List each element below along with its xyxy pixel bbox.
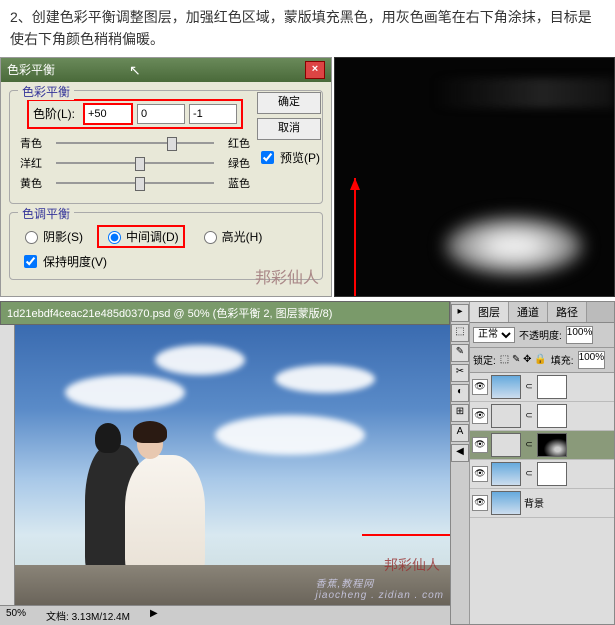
mask-thumbnail[interactable] (537, 462, 567, 486)
slider-row: 青色 红色 (20, 135, 250, 151)
mask-thumbnail[interactable] (537, 375, 567, 399)
slider-row: 洋红 绿色 (20, 155, 250, 171)
layer-thumbnail[interactable] (491, 491, 521, 515)
dialog-title: 色彩平衡 (7, 61, 55, 78)
tool-icon[interactable]: ⬚ (451, 324, 469, 342)
status-bar: 50% 文档: 3.13M/12.4M ▶ (0, 605, 450, 625)
tab-paths[interactable]: 路径 (548, 302, 587, 322)
slider-left-label: 黄色 (20, 175, 50, 191)
layer-row[interactable]: 👁 ⊂ (470, 431, 614, 460)
visibility-icon[interactable]: 👁 (472, 437, 488, 453)
balance-slider[interactable] (56, 136, 214, 150)
lock-label: 锁定: (473, 352, 496, 367)
panel-tabs: 图层 通道 路径 (470, 302, 614, 323)
tool-icon[interactable]: ⊞ (451, 404, 469, 422)
balance-slider[interactable] (56, 176, 214, 190)
tool-icon[interactable]: ✂ (451, 364, 469, 382)
slider-right-label: 绿色 (220, 155, 250, 171)
canvas-signature: 邦彩仙人 (384, 555, 440, 575)
document-title: 1d21ebdf4ceac21e485d0370.psd @ 50% (色彩平衡… (0, 301, 450, 325)
fill-value[interactable]: 100% (578, 351, 606, 369)
canvas[interactable]: 邦彩仙人 香蕉,教程网jiaocheng . zidian . com (15, 325, 450, 605)
link-icon[interactable]: ⊂ (524, 468, 534, 479)
layer-row[interactable]: 👁 ⊂ (470, 373, 614, 402)
magenta-green-input[interactable] (137, 104, 185, 124)
link-icon[interactable]: ⊂ (524, 381, 534, 392)
tool-icon[interactable]: ✎ (451, 344, 469, 362)
opacity-label: 不透明度: (519, 327, 562, 342)
layer-list: 👁 ⊂ 👁 ⊂ 👁 ⊂ 👁 ⊂ 👁 背景 (470, 373, 614, 624)
midtone-radio[interactable]: 中间调(D) (97, 225, 185, 248)
levels-label: 色阶(L): (33, 105, 75, 122)
visibility-icon[interactable]: 👁 (472, 379, 488, 395)
slider-row: 黄色 蓝色 (20, 175, 250, 191)
close-icon[interactable]: × (305, 61, 325, 79)
layer-name[interactable]: 背景 (524, 495, 544, 510)
link-icon[interactable]: ⊂ (524, 439, 534, 450)
blend-mode-select[interactable]: 正常 (473, 327, 515, 343)
balance-slider[interactable] (56, 156, 214, 170)
link-icon[interactable]: ⊂ (524, 410, 534, 421)
tab-channels[interactable]: 通道 (509, 302, 548, 322)
cyan-red-input[interactable] (83, 103, 133, 125)
tone-legend: 色调平衡 (18, 205, 74, 222)
layer-thumbnail[interactable] (491, 404, 521, 428)
opacity-value[interactable]: 100% (566, 326, 594, 344)
mask-preview (334, 57, 615, 297)
doc-size: 文档: 3.13M/12.4M (46, 608, 130, 623)
layer-thumbnail[interactable] (491, 375, 521, 399)
mask-thumbnail[interactable] (537, 433, 567, 457)
panels: ▸ ⬚ ✎ ✂ ◐ ⊞ A ◀ 图层 通道 路径 正常 不透明度: 100% 锁… (450, 301, 615, 625)
ruler-vertical (0, 325, 15, 605)
signature-decoration: 邦彩仙人 (255, 264, 319, 288)
tool-icon[interactable]: A (451, 424, 469, 442)
fill-label: 填充: (551, 352, 574, 367)
layer-row[interactable]: 👁 ⊂ (470, 402, 614, 431)
tool-icon[interactable]: ◀ (451, 444, 469, 462)
shadow-radio[interactable]: 阴影(S) (20, 228, 83, 245)
visibility-icon[interactable]: 👁 (472, 408, 488, 424)
color-balance-dialog: 色彩平衡 ↖ × 确定 取消 预览(P) 色彩平衡 色阶(L): 青色 红色 (0, 57, 332, 297)
balance-legend: 色彩平衡 (18, 83, 74, 100)
watermark: 香蕉,教程网jiaocheng . zidian . com (315, 575, 444, 601)
slider-left-label: 青色 (20, 135, 50, 151)
panel-tools: ▸ ⬚ ✎ ✂ ◐ ⊞ A ◀ (451, 302, 470, 624)
tool-icon[interactable]: ◐ (451, 384, 469, 402)
yellow-blue-input[interactable] (189, 104, 237, 124)
couple-figure (75, 415, 215, 585)
layer-thumbnail[interactable] (491, 462, 521, 486)
zoom-level: 50% (6, 608, 26, 623)
tab-layers[interactable]: 图层 (470, 302, 509, 322)
mask-thumbnail[interactable] (537, 404, 567, 428)
tool-icon[interactable]: ▸ (451, 304, 469, 322)
slider-right-label: 红色 (220, 135, 250, 151)
slider-left-label: 洋红 (20, 155, 50, 171)
visibility-icon[interactable]: 👁 (472, 495, 488, 511)
cursor-icon: ↖ (129, 62, 141, 79)
slider-right-label: 蓝色 (220, 175, 250, 191)
layer-row[interactable]: 👁 背景 (470, 489, 614, 518)
layer-thumbnail[interactable] (491, 433, 521, 457)
instruction-text: 2、创建色彩平衡调整图层，加强红色区域，蒙版填充黑色，用灰色画笔在右下角涂抹，目… (0, 0, 615, 57)
highlight-radio[interactable]: 高光(H) (199, 228, 263, 245)
visibility-icon[interactable]: 👁 (472, 466, 488, 482)
layer-row[interactable]: 👁 ⊂ (470, 460, 614, 489)
dialog-titlebar[interactable]: 色彩平衡 ↖ × (1, 58, 331, 82)
